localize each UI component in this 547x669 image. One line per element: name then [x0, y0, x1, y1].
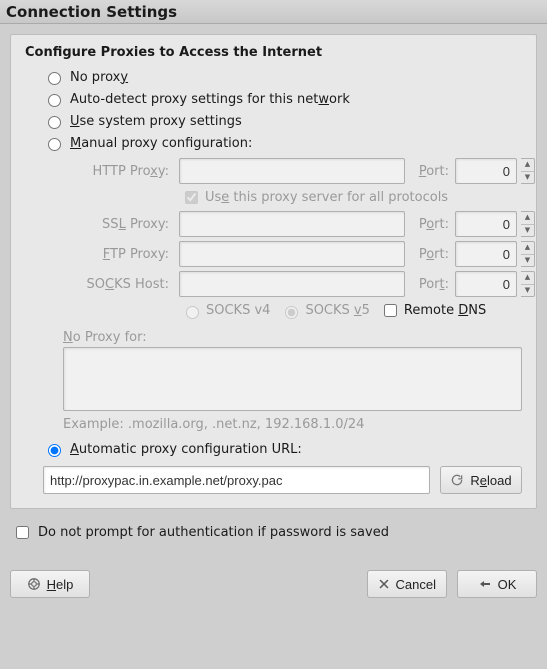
chevron-up-icon[interactable]: ▲	[521, 272, 534, 285]
socks-port-spinner[interactable]: ▲▼	[521, 271, 535, 297]
radio-no-proxy[interactable]: No proxy	[25, 66, 522, 88]
help-icon	[27, 577, 41, 591]
http-proxy-label: HTTP Proxy:	[63, 164, 175, 179]
ok-button-label: OK	[498, 577, 517, 592]
radio-pac-label: Automatic proxy configuration URL:	[70, 442, 302, 457]
socks-version-row: SOCKS v4 SOCKS v5 Remote DNS	[63, 301, 522, 320]
chevron-up-icon[interactable]: ▲	[521, 212, 534, 225]
chevron-down-icon[interactable]: ▼	[521, 172, 534, 184]
chevron-down-icon[interactable]: ▼	[521, 285, 534, 297]
ftp-proxy-input[interactable]	[179, 241, 405, 267]
ssl-proxy-input[interactable]	[179, 211, 405, 237]
manual-config-block: HTTP Proxy: Port: ▲▼ Use this proxy serv…	[25, 158, 522, 432]
settings-panel: Configure Proxies to Access the Internet…	[10, 34, 537, 509]
pac-row: Reload	[43, 466, 522, 494]
radio-socks-v5-input[interactable]	[285, 306, 298, 319]
cancel-icon	[378, 578, 390, 590]
no-proxy-example: Example: .mozilla.org, .net.nz, 192.168.…	[63, 417, 522, 432]
http-port-input[interactable]	[455, 158, 517, 184]
radio-socks-v4-input[interactable]	[186, 306, 199, 319]
checkbox-remote-dns-input[interactable]	[384, 304, 397, 317]
ssl-port-label: Port:	[409, 217, 451, 232]
ok-icon	[478, 578, 492, 590]
socks-port-input[interactable]	[455, 271, 517, 297]
help-button[interactable]: Help	[10, 570, 90, 598]
radio-no-proxy-label: No proxy	[70, 70, 128, 85]
reload-button[interactable]: Reload	[440, 466, 522, 494]
button-bar: Help Cancel OK	[10, 570, 537, 598]
radio-socks-v4[interactable]: SOCKS v4	[181, 303, 270, 319]
reload-icon	[450, 473, 464, 487]
socks-proxy-row: SOCKS Host: Port: ▲▼	[63, 271, 522, 297]
radio-manual-proxy-label: Manual proxy configuration:	[70, 136, 252, 151]
group-title: Configure Proxies to Access the Internet	[25, 45, 522, 60]
ftp-port-spinner[interactable]: ▲▼	[521, 241, 535, 267]
window-titlebar: Connection Settings	[0, 0, 547, 24]
use-for-all-checkbox[interactable]	[185, 191, 198, 204]
radio-auto-detect[interactable]: Auto-detect proxy settings for this netw…	[25, 88, 522, 110]
radio-system-proxy-input[interactable]	[48, 116, 61, 129]
http-port-spinner[interactable]: ▲▼	[521, 158, 535, 184]
ssl-port-spinner[interactable]: ▲▼	[521, 211, 535, 237]
window-title: Connection Settings	[6, 3, 177, 21]
ftp-port-label: Port:	[409, 247, 451, 262]
radio-system-proxy[interactable]: Use system proxy settings	[25, 110, 522, 132]
window-body: Configure Proxies to Access the Internet…	[0, 24, 547, 608]
http-port-label: Port:	[409, 164, 451, 179]
chevron-up-icon[interactable]: ▲	[521, 159, 534, 172]
ssl-proxy-label: SSL Proxy:	[63, 217, 175, 232]
pac-url-input[interactable]	[43, 466, 430, 494]
radio-auto-detect-label: Auto-detect proxy settings for this netw…	[70, 92, 350, 107]
radio-manual-proxy[interactable]: Manual proxy configuration:	[25, 132, 522, 154]
checkbox-remote-dns-label: Remote DNS	[404, 303, 486, 318]
help-button-label: Help	[47, 577, 74, 592]
checkbox-do-not-prompt-input[interactable]	[16, 526, 29, 539]
chevron-down-icon[interactable]: ▼	[521, 255, 534, 267]
http-proxy-input[interactable]	[179, 158, 405, 184]
radio-socks-v5[interactable]: SOCKS v5	[280, 303, 369, 319]
radio-no-proxy-input[interactable]	[48, 72, 61, 85]
radio-socks-v5-label: SOCKS v5	[305, 303, 369, 318]
cancel-button-label: Cancel	[396, 577, 436, 592]
ftp-proxy-row: FTP Proxy: Port: ▲▼	[63, 241, 522, 267]
radio-auto-detect-input[interactable]	[48, 94, 61, 107]
chevron-up-icon[interactable]: ▲	[521, 242, 534, 255]
checkbox-do-not-prompt[interactable]: Do not prompt for authentication if pass…	[12, 523, 537, 542]
ftp-port-input[interactable]	[455, 241, 517, 267]
checkbox-remote-dns[interactable]: Remote DNS	[380, 301, 486, 320]
radio-pac-input[interactable]	[48, 444, 61, 457]
radio-pac[interactable]: Automatic proxy configuration URL:	[25, 438, 522, 460]
radio-system-proxy-label: Use system proxy settings	[70, 114, 242, 129]
ok-button[interactable]: OK	[457, 570, 537, 598]
socks-port-label: Port:	[409, 277, 451, 292]
ssl-port-input[interactable]	[455, 211, 517, 237]
radio-manual-proxy-input[interactable]	[48, 138, 61, 151]
socks-proxy-label: SOCKS Host:	[63, 277, 175, 292]
no-proxy-for-label: No Proxy for:	[63, 330, 522, 345]
no-proxy-for-input[interactable]	[63, 347, 522, 411]
reload-button-label: Reload	[470, 473, 511, 488]
use-for-all-row: Use this proxy server for all protocols	[63, 188, 522, 207]
socks-proxy-input[interactable]	[179, 271, 405, 297]
cancel-button[interactable]: Cancel	[367, 570, 447, 598]
use-for-all-label: Use this proxy server for all protocols	[205, 190, 448, 205]
checkbox-do-not-prompt-label: Do not prompt for authentication if pass…	[38, 525, 389, 540]
http-proxy-row: HTTP Proxy: Port: ▲▼	[63, 158, 522, 184]
chevron-down-icon[interactable]: ▼	[521, 225, 534, 237]
ssl-proxy-row: SSL Proxy: Port: ▲▼	[63, 211, 522, 237]
ftp-proxy-label: FTP Proxy:	[63, 247, 175, 262]
